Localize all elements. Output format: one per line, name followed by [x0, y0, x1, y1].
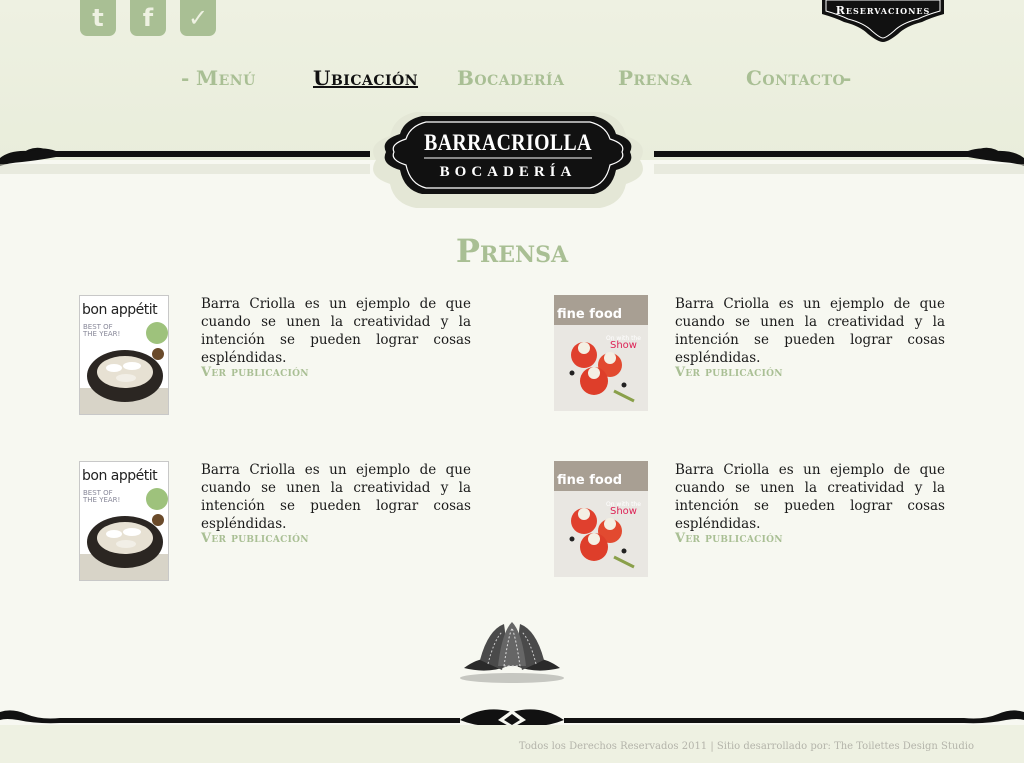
- view-publication-link[interactable]: Ver publicación: [201, 365, 309, 380]
- nav-item-ubicacion[interactable]: Ubicación: [313, 66, 418, 90]
- press-description: Barra Criolla es un ejemplo de que cuand…: [675, 296, 945, 366]
- logo-title: BARRACRIOLLA: [424, 130, 592, 155]
- logo-subtitle: BOCADERÍA: [439, 164, 577, 180]
- checkin-glyph: ✓: [187, 4, 209, 32]
- page-title: Prensa: [455, 232, 569, 270]
- nav-dash-right: -: [843, 66, 852, 90]
- press-description: Barra Criolla es un ejemplo de que cuand…: [675, 462, 945, 532]
- cover-food-image: [80, 348, 168, 414]
- magazine-cover-fine-food[interactable]: fine food On with the Show: [554, 295, 648, 411]
- magazine-cover-bon-appetit[interactable]: bon appétit BEST OF THE YEAR!: [79, 461, 169, 581]
- logo-badge-shape: [373, 112, 643, 208]
- view-publication-link[interactable]: Ver publicación: [201, 531, 309, 546]
- cover-subtitle-2: Show: [610, 506, 637, 517]
- twitter-glyph: t: [92, 4, 104, 32]
- footer-credits: Todos los Derechos Reservados 2011 | Sit…: [518, 741, 974, 752]
- cover-title: fine food: [557, 307, 623, 322]
- brand-logo[interactable]: BARRACRIOLLA BOCADERÍA: [366, 104, 650, 216]
- main-nav: - Menú Ubicación Bocadería Prensa Contac…: [0, 66, 1024, 100]
- nav-item-contacto[interactable]: Contacto: [746, 66, 845, 90]
- cover-title: fine food: [557, 473, 623, 488]
- facebook-icon[interactable]: f: [130, 0, 166, 36]
- cover-subtitle-2: Show: [610, 340, 637, 351]
- press-item: fine food On with the Show Barra Criolla…: [554, 295, 954, 425]
- nav-dash-left: -: [181, 66, 190, 90]
- facebook-glyph: f: [142, 4, 154, 32]
- magazine-cover-fine-food[interactable]: fine food On with the Show: [554, 461, 648, 577]
- corn-ornament-icon: [460, 622, 564, 683]
- reservations-button[interactable]: Reservaciones: [822, 0, 944, 42]
- nav-item-menu[interactable]: Menú: [196, 66, 256, 90]
- checkin-icon[interactable]: ✓: [180, 0, 216, 36]
- magazine-cover-bon-appetit[interactable]: bon appétit BEST OF THE YEAR!: [79, 295, 169, 415]
- press-item: bon appétit BEST OF THE YEAR! Barra Crio…: [79, 461, 479, 591]
- nav-item-bocaderia[interactable]: Bocadería: [457, 66, 564, 90]
- reservations-label: Reservaciones: [835, 4, 931, 17]
- press-description: Barra Criolla es un ejemplo de que cuand…: [201, 462, 471, 532]
- view-publication-link[interactable]: Ver publicación: [675, 531, 783, 546]
- twitter-icon[interactable]: t: [80, 0, 116, 36]
- press-item: bon appétit BEST OF THE YEAR! Barra Crio…: [79, 295, 479, 425]
- cover-food-image: [80, 514, 168, 580]
- nav-item-prensa[interactable]: Prensa: [618, 66, 692, 90]
- press-item: fine food On with the Show Barra Criolla…: [554, 461, 954, 591]
- social-links: t f ✓: [80, 0, 216, 36]
- view-publication-link[interactable]: Ver publicación: [675, 365, 783, 380]
- press-description: Barra Criolla es un ejemplo de que cuand…: [201, 296, 471, 366]
